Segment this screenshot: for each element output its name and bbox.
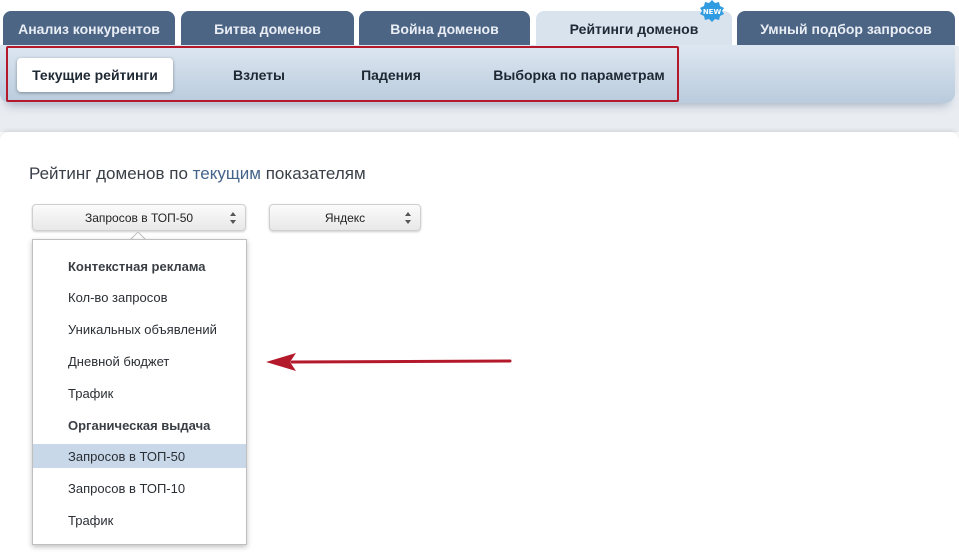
select-arrows-icon	[405, 212, 411, 224]
page-title: Рейтинг доменов по текущим показателям	[29, 164, 366, 184]
dropdown-group-organic: Органическая выдача	[68, 417, 211, 433]
dropdown-option-traffic-ads[interactable]: Трафик	[33, 381, 246, 405]
tab-smart-query-selection[interactable]: Умный подбор запросов	[737, 11, 955, 46]
annotation-arrow-icon	[266, 353, 512, 371]
search-engine-select-value: Яндекс	[324, 210, 366, 225]
tab-domain-war[interactable]: Война доменов	[359, 11, 530, 46]
dropdown-option-unique-ads[interactable]: Уникальных объявлений	[33, 317, 246, 341]
dropdown-option-daily-budget[interactable]: Дневной бюджет	[33, 349, 246, 373]
page-title-highlight: текущим	[192, 164, 261, 183]
new-badge: NEW	[700, 0, 724, 22]
dropdown-option-traffic-organic[interactable]: Трафик	[33, 508, 246, 532]
svg-text:NEW: NEW	[703, 8, 722, 16]
dropdown-group-context-ads: Контекстная реклама	[68, 258, 206, 274]
main-tabs: Анализ конкурентов Битва доменов Война д…	[0, 0, 959, 46]
metric-select-value: Запросов в ТОП-50	[84, 210, 194, 225]
search-engine-select[interactable]: Яндекс	[269, 204, 421, 231]
page-title-part2: показателям	[261, 164, 366, 183]
metric-dropdown-list: Контекстная реклама Кол-во запросов Уник…	[32, 239, 247, 545]
dropdown-option-top50[interactable]: Запросов в ТОП-50	[33, 444, 246, 468]
dropdown-option-query-count[interactable]: Кол-во запросов	[33, 285, 246, 309]
dropdown-option-top10[interactable]: Запросов в ТОП-10	[33, 476, 246, 500]
metric-select[interactable]: Запросов в ТОП-50	[32, 204, 246, 231]
select-arrows-icon	[230, 212, 236, 224]
annotation-highlight-box	[6, 46, 679, 102]
page-title-part1: Рейтинг доменов по	[29, 164, 193, 183]
tab-competitor-analysis[interactable]: Анализ конкурентов	[3, 11, 175, 46]
tab-domain-battle[interactable]: Битва доменов	[181, 11, 354, 46]
